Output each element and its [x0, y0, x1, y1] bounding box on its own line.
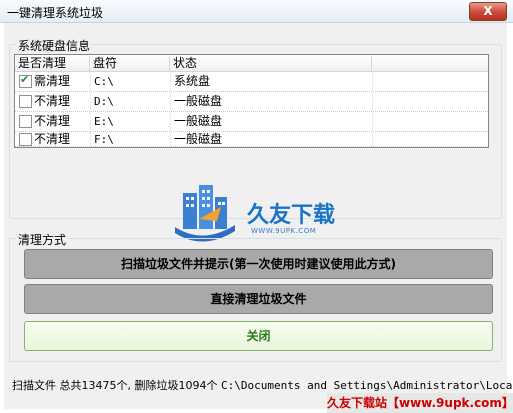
cell-divider [170, 132, 171, 146]
clean-flag: 需清理 [34, 74, 71, 88]
cell-divider [170, 92, 171, 111]
status-path: C:\Documents and Settings\Administrator\… [220, 379, 513, 392]
status-bar: 扫描文件 总共13475个, 删除垃圾1094个 C:\Documents an… [12, 377, 513, 393]
close-button[interactable]: 关闭 [24, 321, 493, 351]
column-header-drive[interactable]: 盘符 [90, 56, 170, 71]
drive-status: 一般磁盘 [174, 114, 223, 128]
disk-row[interactable]: 需清理 C:\ 系统盘 [15, 72, 488, 92]
window-title: 一键清理系统垃圾 [7, 6, 104, 20]
clean-flag: 不清理 [34, 132, 71, 146]
direct-clean-button[interactable]: 直接清理垃圾文件 [24, 284, 493, 314]
disk-row[interactable]: 不清理 D:\ 一般磁盘 [15, 92, 488, 112]
disk-row[interactable]: 不清理 F:\ 一般磁盘 [15, 132, 488, 147]
checkbox-unchecked[interactable] [19, 115, 32, 128]
clean-flag: 不清理 [34, 94, 71, 108]
drive-letter: C:\ [94, 75, 114, 88]
drive-status: 一般磁盘 [174, 94, 223, 108]
logo-url: WWW.9UPK.COM [251, 227, 317, 235]
disk-info-group-label: 系统硬盘信息 [16, 37, 93, 54]
window-client-area: 系统硬盘信息 是否清理 盘符 状态 需清理 C:\ 系统盘 不清理 D:\ 一般… [4, 23, 513, 409]
cell-divider [372, 112, 373, 131]
window-close-button[interactable]: X [469, 2, 507, 21]
drive-letter: F:\ [94, 133, 114, 146]
drive-letter: E:\ [94, 115, 114, 128]
cell-divider [90, 132, 91, 146]
drive-status: 系统盘 [174, 74, 211, 88]
cell-divider [90, 72, 91, 91]
cell-divider [372, 92, 373, 111]
disk-list[interactable]: 是否清理 盘符 状态 需清理 C:\ 系统盘 不清理 D:\ 一般磁盘 不清理 [14, 54, 489, 148]
disk-row[interactable]: 不清理 E:\ 一般磁盘 [15, 112, 488, 132]
cell-divider [90, 92, 91, 111]
clean-method-group-label: 清理方式 [16, 231, 69, 248]
cell-divider [90, 112, 91, 131]
column-header-status[interactable]: 状态 [170, 56, 372, 71]
drive-letter: D:\ [94, 95, 114, 108]
clean-flag: 不清理 [34, 114, 71, 128]
checkbox-unchecked[interactable] [19, 95, 32, 108]
column-header-clean[interactable]: 是否清理 [15, 56, 90, 71]
drive-status: 一般磁盘 [174, 132, 223, 146]
disk-list-header: 是否清理 盘符 状态 [15, 55, 488, 72]
checkbox-checked[interactable] [19, 73, 32, 88]
scan-junk-button[interactable]: 扫描垃圾文件并提示(第一次使用时建议使用此方式) [24, 249, 493, 279]
site-watermark: 久友下载站【www.9upk.com】 [327, 393, 513, 413]
cell-divider [372, 132, 373, 146]
status-text: 扫描文件 总共13475个, 删除垃圾1094个 [12, 379, 218, 392]
checkbox-unchecked[interactable] [19, 133, 32, 146]
cell-divider [372, 72, 373, 91]
cell-divider [170, 112, 171, 131]
cell-divider [170, 72, 171, 91]
title-bar: 一键清理系统垃圾 X [0, 0, 513, 23]
logo-text: 久友下载 [247, 203, 336, 228]
